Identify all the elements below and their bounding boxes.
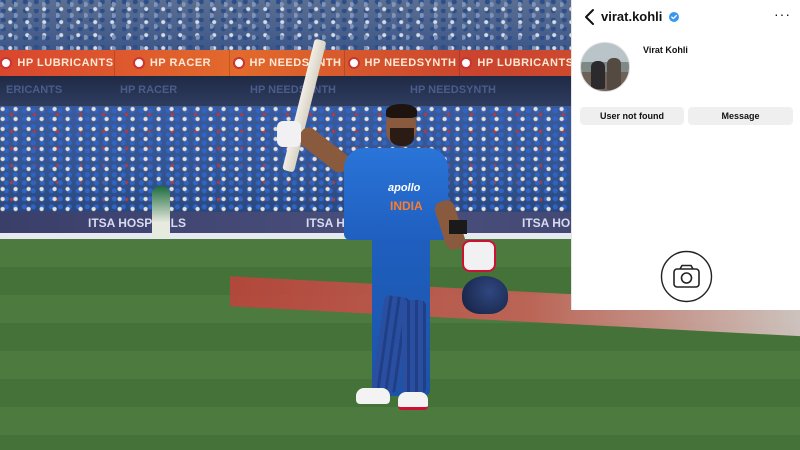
profile-username: virat.kohli — [601, 9, 663, 24]
profile-full-name: Virat Kohli — [643, 45, 688, 55]
player-beard — [390, 128, 414, 146]
wrist-band — [449, 220, 467, 234]
profile-header: virat.kohli ··· — [572, 6, 800, 28]
batting-glove — [277, 121, 301, 147]
profile-avatar[interactable] — [580, 42, 630, 92]
shoe — [398, 392, 428, 410]
leg-pad — [402, 300, 426, 394]
player-hair — [386, 104, 417, 118]
jersey-team-text: INDIA — [390, 199, 423, 213]
shoe — [356, 388, 390, 404]
camera-icon — [660, 250, 713, 303]
more-options-icon[interactable]: ··· — [774, 6, 791, 22]
jersey-sponsor-text: apollo — [388, 182, 421, 194]
jersey — [344, 148, 448, 240]
user-not-found-button[interactable]: User not found — [580, 107, 684, 125]
verified-badge-icon — [669, 12, 679, 22]
helmet — [462, 276, 508, 314]
message-button[interactable]: Message — [688, 107, 793, 125]
instagram-profile-panel: virat.kohli ··· Virat Kohli User not fou… — [571, 0, 800, 310]
batting-glove — [462, 240, 496, 272]
chevron-left-icon[interactable] — [582, 8, 598, 26]
